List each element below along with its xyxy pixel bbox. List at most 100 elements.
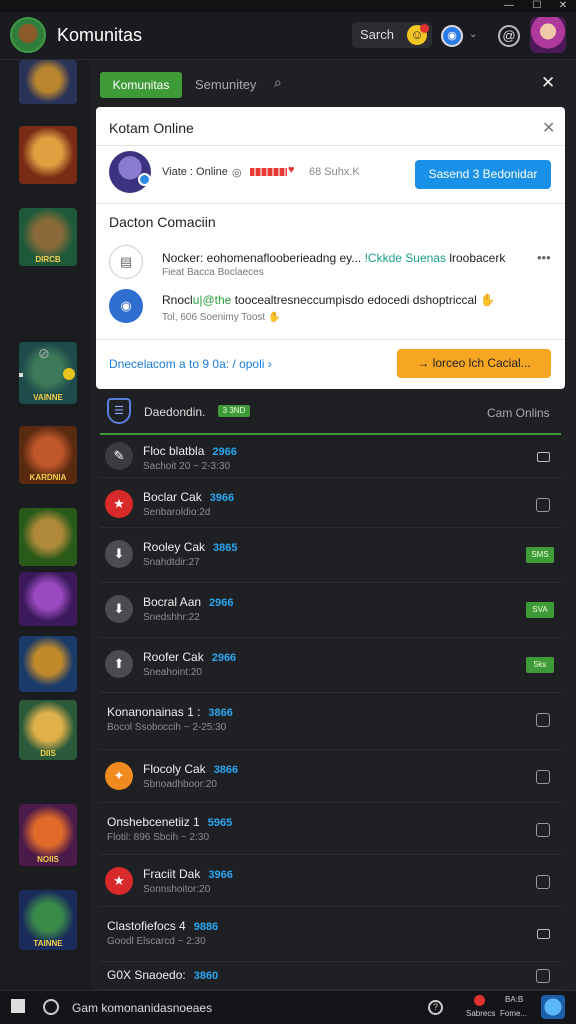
bullet-icon [19, 373, 23, 377]
member-avatar-icon[interactable]: ★ [105, 490, 133, 518]
more-options-icon[interactable]: ••• [537, 250, 551, 265]
select-checkbox[interactable] [536, 713, 550, 727]
send-button[interactable]: Sasend 3 Bedonidar [415, 160, 551, 189]
select-checkbox[interactable] [536, 498, 550, 512]
game-tile-label: VAINNE [33, 393, 63, 402]
member-name: Konanonainas 1 : 3866 [107, 705, 233, 719]
member-name-text: Bocral Aan [143, 595, 202, 609]
member-row[interactable]: ⬇ Bocral Aan 2966 Snedshhr:22 SVA [100, 583, 561, 638]
status-pill[interactable]: 5ks [526, 657, 554, 673]
activity-highlight[interactable]: u|@the [193, 293, 232, 307]
help-icon[interactable]: ? [428, 1000, 443, 1015]
activity-item-text[interactable]: Rnoclu|@the toocealtresneccumpisdo edoce… [162, 293, 495, 307]
game-tile[interactable] [19, 126, 77, 184]
game-tile[interactable] [19, 636, 77, 692]
game-tile[interactable]: TAINNE [19, 890, 77, 950]
user-avatar[interactable] [530, 17, 566, 53]
status-pill[interactable]: SVA [526, 602, 554, 618]
member-subtext: Snahdtdir:27 [143, 557, 200, 568]
member-row[interactable]: ⬆ Roofer Cak 2966 Sneahoint:20 5ks [100, 638, 561, 693]
profile-name: Viate : Online [162, 166, 228, 178]
member-subtext: Senbaroldio:2d [143, 507, 211, 518]
member-subtext: Snedshhr:22 [143, 612, 200, 623]
member-count: 3866 [208, 707, 233, 719]
search-icon[interactable]: ⌕ [274, 74, 282, 91]
member-avatar-icon[interactable]: ✦ [105, 762, 133, 790]
server-sidebar: DIRCB VAINNE KARDNIA DIIS NOIIS TAINNE ⊘ [0, 60, 90, 990]
clock-icon[interactable] [43, 999, 59, 1015]
member-subtext: Sneahoint:20 [143, 667, 202, 678]
member-row[interactable]: ★ Boclar Cak 3966 Senbaroldio:2d [100, 478, 561, 528]
member-subtext: Goodl Elscarcd ~ 2:30 [107, 936, 206, 947]
paperclip-icon[interactable]: ⊘ [38, 345, 50, 362]
member-count: 2966 [211, 652, 237, 664]
game-tile[interactable] [19, 508, 77, 566]
activity-text: toocealtresneccumpisdo edocedi dshoptric… [234, 293, 496, 307]
alert-icon[interactable] [474, 995, 485, 1006]
profile-extra: 68 Suhx.K [309, 166, 360, 178]
member-avatar-icon[interactable]: ⬇ [105, 540, 133, 568]
activity-highlight[interactable]: !Ckkde Suenas [365, 251, 446, 265]
action-button[interactable]: → lorceo lch Cacial... [397, 349, 551, 378]
member-name-text: Boclar Cak [143, 490, 202, 504]
status-icon: ◎ [232, 167, 242, 179]
member-row[interactable]: Clastofiefocs 4 9886 Goodl Elscarcd ~ 2:30 [100, 907, 561, 962]
status-dot [63, 368, 75, 380]
game-tile[interactable]: NOIIS [19, 804, 77, 866]
tab-komunitas[interactable]: Komunitas [100, 72, 182, 98]
member-row[interactable]: Onshebcenetiiz 1 5965 Flotil: 896 Sbcih ~ … [100, 803, 561, 855]
app-header: Komunitas Sarch ☺ ◉ ⌄ @ [0, 12, 576, 60]
app-logo [10, 17, 46, 53]
maximize-button[interactable]: ☐ [526, 0, 548, 12]
panel-close-icon[interactable]: ✕ [542, 118, 555, 138]
member-row[interactable]: ⬇ Rooley Cak 3865 Snahdtdir:27 SMS [100, 528, 561, 583]
member-avatar-icon[interactable]: ✎ [105, 442, 133, 470]
close-icon[interactable]: ✕ [541, 73, 555, 93]
game-tile[interactable]: KARDNIA [19, 426, 77, 484]
member-avatar-icon[interactable]: ⬆ [105, 650, 133, 678]
globe-icon[interactable] [541, 995, 565, 1019]
mention-icon[interactable]: @ [498, 25, 520, 47]
chevron-down-icon[interactable]: ⌄ [469, 29, 477, 40]
user-icon[interactable]: ◉ [109, 289, 143, 323]
close-window-button[interactable]: ✕ [552, 0, 574, 12]
member-subtext: Sonnshoitor:20 [143, 884, 211, 895]
status-pill[interactable]: SMS [526, 547, 554, 563]
game-tile[interactable] [19, 572, 77, 626]
member-name: Flocoly Cak 3866 [143, 762, 238, 776]
start-icon[interactable] [11, 999, 25, 1013]
globe-icon[interactable]: ◉ [441, 25, 463, 47]
app-title: Komunitas [57, 25, 143, 45]
select-checkbox[interactable] [536, 969, 550, 983]
member-count: 3865 [213, 542, 238, 554]
member-name-text: Clastofiefocs 4 [107, 919, 186, 933]
member-avatar-icon[interactable]: ⬇ [105, 595, 133, 623]
select-checkbox[interactable] [536, 770, 550, 784]
activity-item-text[interactable]: Nocker: eohomenaflooberieadng ey... !Ckk… [162, 251, 505, 265]
minimize-button[interactable]: — [498, 0, 520, 12]
message-icon[interactable] [537, 929, 550, 939]
member-row[interactable]: ★ Fraciit Dak 3966 Sonnshoitor:20 [100, 855, 561, 907]
shield-icon: ☰ [107, 398, 131, 424]
panel-link[interactable]: Dnecelacom a to 9 0a: / opoli › [109, 357, 272, 371]
tab-secondary[interactable]: Semunitey [195, 77, 256, 92]
select-checkbox[interactable] [536, 875, 550, 889]
member-name: Floc blatbla 2966 [143, 444, 237, 458]
game-tile-label: NOIIS [37, 855, 59, 864]
profile-avatar[interactable] [109, 151, 151, 193]
health-bar [250, 168, 287, 176]
member-name: G0X Snaoedo: 3860 [107, 968, 218, 982]
member-avatar-icon[interactable]: ★ [105, 867, 133, 895]
game-tile[interactable] [19, 60, 77, 104]
document-icon[interactable]: ▤ [109, 245, 143, 279]
member-name-text: G0X Snaoedo: [107, 968, 186, 982]
game-tile[interactable]: DIIS [19, 700, 77, 760]
member-row[interactable]: G0X Snaoedo: 3860 [100, 962, 561, 990]
select-checkbox[interactable] [536, 823, 550, 837]
message-icon[interactable] [537, 452, 550, 462]
member-row[interactable]: ✎ Floc blatbla 2966 Sachoit 20 ~ 2-3:30 [100, 436, 561, 478]
game-tile[interactable]: DIRCB [19, 208, 77, 266]
member-row[interactable]: ✦ Flocoly Cak 3866 Sbnoadhboor:20 [100, 750, 561, 803]
member-row[interactable]: Konanonainas 1 : 3866 Bocol Ssoboccih ~ 2-… [100, 693, 561, 750]
game-tile-label: TAINNE [33, 939, 63, 948]
